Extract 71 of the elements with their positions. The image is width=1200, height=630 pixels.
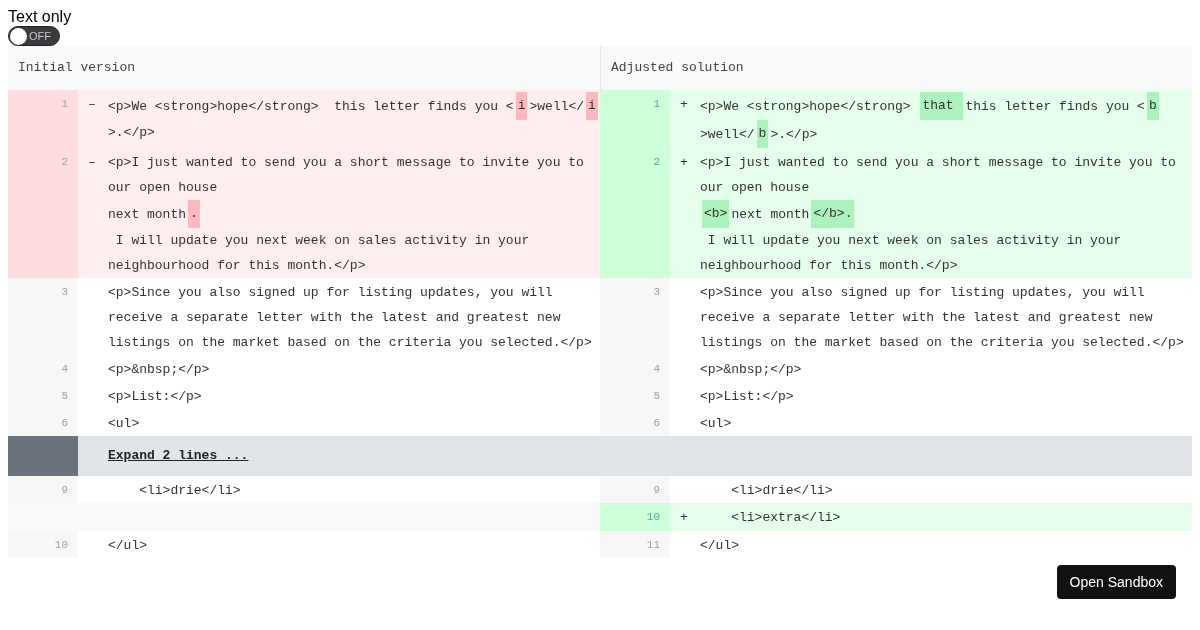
code-text: our open house (108, 179, 218, 197)
code-line: </ul> (108, 537, 147, 555)
code-text: our open house (700, 179, 810, 197)
code-text: <p>We <strong>hope</strong> this letter finds you < (108, 97, 514, 116)
diff-sign: – (88, 155, 96, 170)
line-number: 5 (653, 390, 660, 402)
code-line: <p>List:</p> (108, 388, 202, 406)
line-number: 3 (61, 286, 68, 298)
line-number: 9 (653, 484, 660, 496)
code-text: <p>I just wanted to send you a short message to invite you to (108, 154, 584, 172)
diff-highlight: b (756, 120, 769, 148)
diff-highlight: i (515, 92, 528, 120)
code-line: receive a separate letter with the latest and greatest new (700, 309, 1153, 327)
code-line: <p>List:</p> (700, 388, 794, 406)
code-text: >.</p> (770, 125, 818, 144)
diff-sign: – (88, 97, 96, 112)
line-number: 1 (61, 98, 68, 110)
code-line: receive a separate letter with the latest and greatest new (108, 309, 561, 327)
diff-highlight: . (188, 200, 200, 228)
line-number: 9 (61, 484, 68, 496)
diff-highlight: that (920, 92, 964, 120)
line-number: 4 (653, 363, 660, 375)
code-line: listings on the market based on the criteria you selected.</p> (108, 334, 592, 352)
column-header: Adjusted solution (600, 46, 1192, 90)
toggle-switch[interactable]: OFF (8, 26, 60, 46)
code-line: <li>extra</li> (730, 509, 841, 527)
line-number: 11 (646, 539, 660, 551)
code-text: this letter finds you < (965, 97, 1145, 116)
line-number: 2 (653, 156, 660, 168)
code-text: neighbourhood for this month.</p> (700, 257, 958, 275)
code-line: <p>&nbsp;</p> (108, 361, 210, 379)
code-text: neighbourhood for this month.</p> (108, 257, 366, 275)
line-number: 1 (653, 98, 660, 110)
column-header: Initial version (8, 46, 600, 90)
diff-highlight: </b>. (811, 200, 855, 228)
line-number: 4 (61, 363, 68, 375)
code-line: <li>drie</li> (730, 482, 833, 500)
line-number: 5 (61, 390, 68, 402)
expand-link[interactable]: Expand 2 lines ... (108, 444, 249, 468)
open-sandbox-button[interactable]: Open Sandbox (1056, 565, 1176, 599)
code-text: I will update you next week on sales activity in your (706, 232, 1122, 250)
line-number: 2 (61, 156, 68, 168)
code-text: >well</ (529, 97, 585, 116)
line-number: 3 (653, 286, 660, 298)
expand-gutter (8, 436, 78, 476)
line-number: 6 (653, 417, 660, 429)
line-number: 10 (54, 539, 68, 551)
toggle-label: Text only (8, 8, 72, 26)
code-line: <p>Since you also signed up for listing updates, you will (108, 284, 553, 302)
code-line: </ul> (700, 537, 739, 555)
diff-sign: + (680, 510, 688, 525)
code-text: next month (731, 205, 810, 224)
code-text: <p>We <strong>hope</strong> (700, 97, 912, 116)
code-line: <p>Since you also signed up for listing updates, you will (700, 284, 1145, 302)
line-number: 6 (61, 417, 68, 429)
line-number: 10 (646, 511, 660, 523)
diff-highlight: b (1146, 92, 1159, 120)
code-text: next month (108, 205, 186, 224)
diff-sign: + (680, 155, 688, 170)
diff-highlight: <b> (702, 200, 730, 228)
code-text: I will update you next week on sales activity in your (114, 232, 530, 250)
code-text: <p>I just wanted to send you a short message to invite you to (700, 154, 1176, 172)
code-line: <ul> (700, 415, 732, 433)
code-line: <ul> (108, 415, 140, 433)
code-text: >.</p> (108, 124, 155, 142)
code-line: <li>drie</li> (138, 482, 241, 500)
code-text: >well</ (700, 125, 755, 144)
diff-highlight: i (586, 92, 598, 120)
code-line: <p>&nbsp;</p> (700, 361, 802, 379)
diff-sign: + (680, 97, 688, 112)
code-line: listings on the market based on the criteria you selected.</p> (700, 334, 1184, 352)
